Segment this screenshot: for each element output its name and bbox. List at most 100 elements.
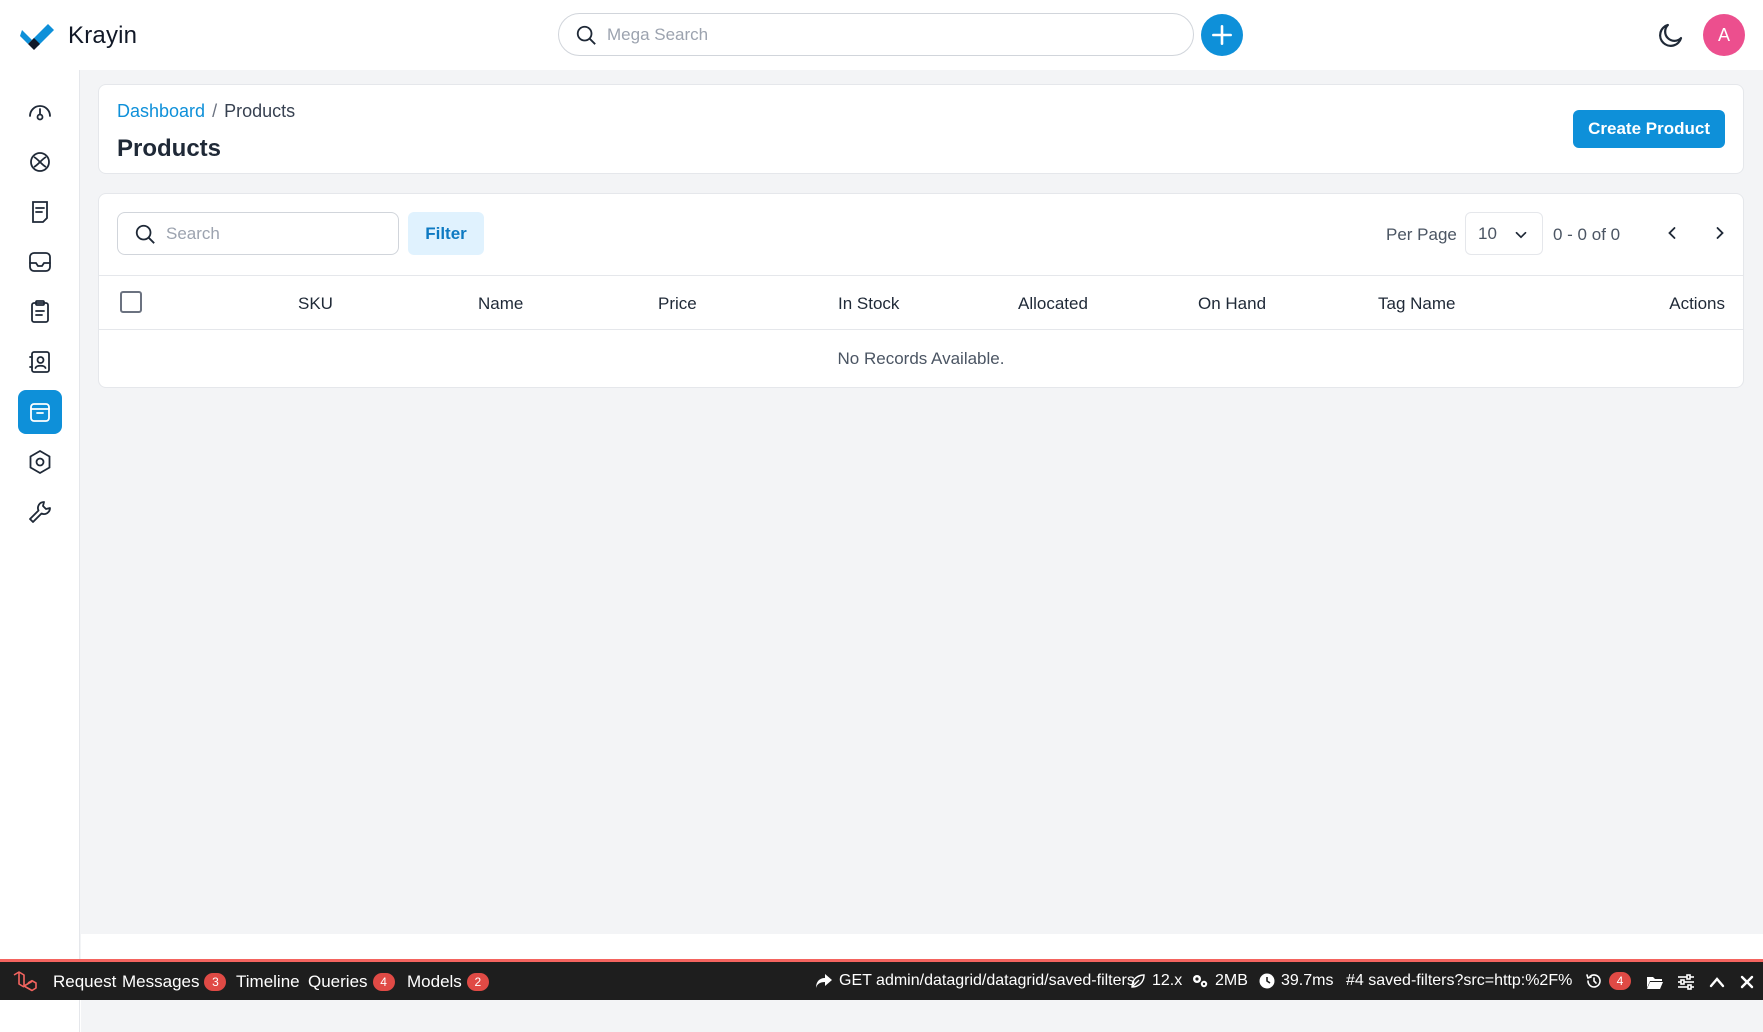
column-header-actions: Actions — [1669, 294, 1725, 313]
column-header-in-stock[interactable]: In Stock — [838, 294, 899, 314]
next-page-button[interactable] — [1702, 215, 1738, 251]
previous-page-button[interactable] — [1654, 215, 1690, 251]
chevron-up-icon[interactable] — [1707, 972, 1727, 992]
create-product-button[interactable]: Create Product — [1573, 110, 1725, 148]
leads-icon — [30, 152, 50, 172]
request-id-text: #4 saved-filters?src=http:%2F%2 — [1346, 972, 1572, 989]
debugbar-tab-label: Queries — [308, 972, 368, 991]
debugbar-memory: 2MB — [1191, 972, 1248, 990]
plus-icon — [1212, 25, 1232, 45]
debugbar-tab-label: Messages — [122, 972, 200, 991]
sidebar-item-settings[interactable] — [18, 440, 62, 484]
sidebar-item-mail[interactable] — [18, 240, 62, 284]
page-header-card: Dashboard / Products Products Create Pro… — [98, 84, 1744, 174]
settings-sliders-icon[interactable] — [1676, 972, 1696, 992]
quick-create-button[interactable] — [1201, 14, 1243, 56]
filter-button[interactable]: Filter — [408, 212, 484, 255]
breadcrumb-separator: / — [212, 101, 218, 121]
debugbar-version: 12.x — [1130, 972, 1182, 990]
top-header: Krayin A — [0, 0, 1763, 70]
wrench-icon — [29, 501, 51, 523]
cogs-icon — [1193, 975, 1208, 988]
krayin-logo[interactable]: Krayin — [20, 20, 137, 52]
below-debugbar-area — [0, 1000, 1763, 1032]
dashboard-icon — [29, 105, 51, 121]
chevron-left-icon — [1668, 227, 1676, 239]
debugbar-tab-label: Timeline — [236, 972, 300, 991]
sidebar-item-configuration[interactable] — [18, 490, 62, 534]
sidebar-item-contacts[interactable] — [18, 340, 62, 384]
per-page-value: 10 — [1478, 223, 1497, 243]
queries-count-badge: 4 — [372, 973, 395, 991]
column-header-price[interactable]: Price — [658, 294, 697, 314]
sidebar — [0, 70, 80, 1032]
search-icon — [576, 25, 596, 45]
chevron-right-icon — [1716, 227, 1724, 239]
dark-mode-toggle-icon[interactable] — [1656, 20, 1686, 50]
quotes-icon — [32, 201, 48, 223]
column-header-name[interactable]: Name — [478, 294, 523, 314]
user-avatar[interactable]: A — [1703, 14, 1745, 56]
debugbar-history[interactable]: 4 — [1585, 972, 1631, 990]
open-folder-icon[interactable] — [1645, 972, 1665, 992]
memory-text: 2MB — [1215, 972, 1248, 989]
mega-search[interactable] — [558, 13, 1194, 56]
column-header-sku[interactable]: SKU — [298, 294, 333, 314]
debugbar-request-select[interactable]: #4 saved-filters?src=http:%2F%2 — [1346, 972, 1572, 990]
debugbar-tab-label: Models — [407, 972, 462, 991]
debugbar-route[interactable]: GET admin/datagrid/datagrid/saved-filter… — [815, 972, 1135, 990]
debugbar-time: 39.7ms — [1259, 972, 1333, 990]
column-header-allocated[interactable]: Allocated — [1018, 294, 1088, 314]
settings-icon — [29, 449, 51, 475]
main-continuation — [81, 1000, 1763, 1032]
debugbar-tab-messages[interactable]: Messages 3 — [122, 972, 227, 992]
mail-icon — [29, 252, 51, 272]
table-header: SKU Name Price In Stock Allocated On Han… — [99, 275, 1743, 330]
empty-state-message: No Records Available. — [837, 349, 1005, 368]
mega-search-input[interactable] — [607, 24, 1167, 45]
avatar-initial: A — [1717, 24, 1730, 45]
activities-icon — [31, 300, 49, 323]
debugbar-tab-label: Request — [53, 972, 117, 991]
sidebar-item-leads[interactable] — [18, 140, 62, 184]
per-page-label: Per Page — [1386, 225, 1457, 244]
laravel-logo-icon[interactable] — [12, 971, 38, 993]
models-count-badge: 2 — [466, 973, 489, 991]
close-icon[interactable] — [1737, 972, 1757, 992]
logo-text: Krayin — [68, 22, 138, 49]
breadcrumb-current: Products — [224, 101, 296, 121]
page-title: Products — [117, 135, 222, 162]
breadcrumb-dashboard-link[interactable]: Dashboard — [117, 101, 205, 121]
route-text: GET admin/datagrid/datagrid/saved-filter… — [839, 972, 1135, 989]
grid-search-input[interactable] — [166, 223, 386, 244]
history-count-badge: 4 — [1609, 972, 1631, 990]
sidebar-item-activities[interactable] — [18, 290, 62, 334]
debugbar-tab-timeline[interactable]: Timeline — [236, 972, 300, 992]
products-icon — [30, 403, 50, 422]
grid-search[interactable] — [117, 212, 399, 255]
chevron-down-icon — [1515, 231, 1527, 239]
per-page-select[interactable]: 10 — [1465, 212, 1543, 255]
share-arrow-icon — [816, 974, 832, 988]
time-text: 39.7ms — [1281, 972, 1334, 989]
krayin-logo-icon — [20, 24, 54, 50]
sidebar-item-quotes[interactable] — [18, 190, 62, 234]
leaf-icon — [1131, 974, 1145, 988]
column-header-on-hand[interactable]: On Hand — [1198, 294, 1266, 314]
sidebar-continuation — [0, 1000, 80, 1032]
contacts-icon — [29, 351, 50, 373]
clock-icon — [1259, 973, 1275, 989]
content-footer-strip — [81, 934, 1763, 959]
select-all-checkbox[interactable] — [120, 291, 142, 313]
debugbar-tab-models[interactable]: Models 2 — [407, 972, 489, 992]
pagination-range: 0 - 0 of 0 — [1553, 225, 1621, 244]
history-icon — [1586, 974, 1601, 988]
sidebar-item-products[interactable] — [18, 390, 62, 434]
breadcrumb: Dashboard / Products — [117, 101, 295, 122]
search-icon — [135, 224, 155, 244]
debugbar-tab-request[interactable]: Request — [53, 972, 116, 992]
column-header-tag-name[interactable]: Tag Name — [1378, 294, 1455, 314]
messages-count-badge: 3 — [204, 973, 227, 991]
sidebar-item-dashboard[interactable] — [18, 90, 62, 134]
debugbar-tab-queries[interactable]: Queries 4 — [308, 972, 395, 992]
